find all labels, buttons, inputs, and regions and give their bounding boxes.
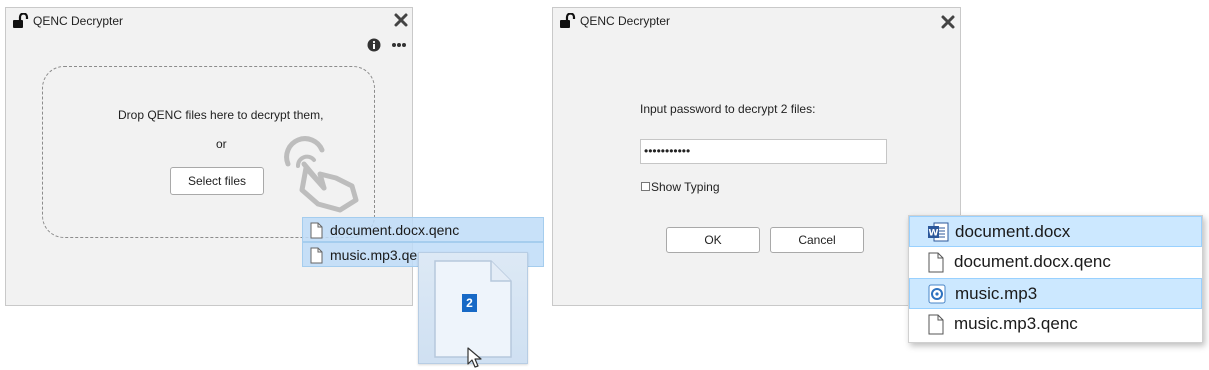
explorer-file-list: W document.docx document.docx.qenc music… [908,215,1203,343]
password-input[interactable]: ••••••••••• [640,139,887,164]
window-title: QENC Decrypter [33,14,124,28]
blank-file-icon [310,247,323,264]
decrypter-window-password: QENC Decrypter Input password to decrypt… [552,7,961,306]
file-name: document.docx.qenc [954,252,1111,271]
unlock-icon [560,13,576,28]
select-files-button[interactable]: Select files [170,167,264,195]
mouse-cursor-icon [467,347,482,368]
file-row-document-docx[interactable]: W document.docx [909,216,1202,247]
blank-file-icon [928,314,944,335]
file-row-music-mp3[interactable]: music.mp3 [909,278,1202,309]
title-bar: QENC Decrypter [553,8,960,34]
tap-hand-icon [284,136,359,213]
password-prompt: Input password to decrypt 2 files: [640,102,816,116]
or-separator: or [216,137,227,151]
media-audio-icon [928,284,946,304]
drag-file-row: document.docx.qenc [302,217,544,242]
file-name: document.docx [955,222,1071,241]
file-name: music.mp3 [955,284,1038,303]
drop-instruction: Drop QENC files here to decrypt them, [118,108,324,122]
more-icon[interactable] [391,42,407,48]
close-icon[interactable] [940,14,956,30]
unlock-icon [13,13,29,28]
ok-button[interactable]: OK [666,227,760,253]
cancel-button[interactable]: Cancel [770,227,864,253]
file-row-document-docx-qenc[interactable]: document.docx.qenc [909,247,1202,278]
title-bar: QENC Decrypter [6,8,412,34]
file-name: music.mp3.qenc [954,314,1078,333]
drag-file-name: music.mp3.qenc [330,247,432,263]
blank-file-icon [928,252,944,273]
word-doc-icon: W [928,222,949,242]
info-icon[interactable] [367,38,381,52]
show-typing-checkbox[interactable] [641,182,650,191]
svg-text:W: W [929,229,939,239]
show-typing-label[interactable]: Show Typing [651,180,720,194]
file-row-music-mp3-qenc[interactable]: music.mp3.qenc [909,309,1202,340]
close-icon[interactable] [393,12,409,28]
window-title: QENC Decrypter [580,14,671,28]
file-count-badge: 2 [462,294,477,312]
drag-file-name: document.docx.qenc [330,222,460,238]
blank-file-icon [310,222,323,239]
